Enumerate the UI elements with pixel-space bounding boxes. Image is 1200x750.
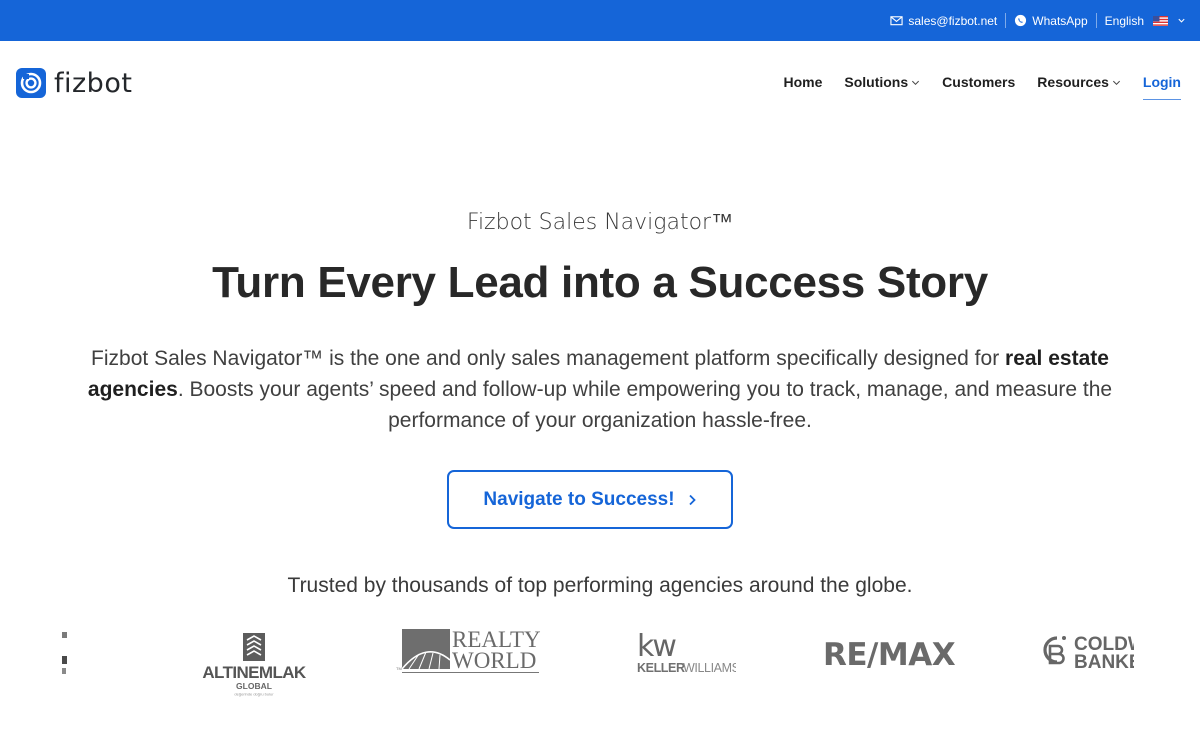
partial-logo-image [62, 632, 67, 674]
chevron-down-icon [912, 80, 920, 85]
hero-description: Fizbot Sales Navigator™ is the one and o… [60, 343, 1140, 436]
logo-text: fizbot [54, 67, 133, 99]
email-link[interactable]: sales@fizbot.net [890, 14, 997, 28]
hero-eyebrow: Fizbot Sales Navigator™ [466, 210, 734, 235]
kw-wordmark-keller: KELLER [637, 661, 685, 675]
cta-label: Navigate to Success! [483, 488, 675, 510]
realty-world-tm: TM [396, 666, 402, 671]
chevron-down-icon [1112, 80, 1120, 85]
nav-item-label: Home [783, 74, 823, 90]
keller-williams-logo-mark: kw KELLER WILLIAMS [637, 629, 740, 675]
login-link[interactable]: Login [1142, 72, 1182, 100]
altinemlak-logo-mark: ALTINEMLAK GLOBAL değerinde doğru bulur [202, 633, 308, 697]
mail-icon [890, 16, 904, 26]
top-bar-links: sales@fizbot.net WhatsApp English [890, 0, 1186, 41]
description-text: . Boosts your agents’ speed and follow-u… [177, 378, 1113, 432]
language-selector[interactable]: English [1105, 14, 1186, 28]
divider [1005, 13, 1007, 28]
customer-logos-carousel: ALTINEMLAK GLOBAL değerinde doğru bulur … [62, 620, 1134, 710]
trusted-by-text: Trusted by thousands of top performing a… [287, 574, 913, 597]
nav-item-label: Resources [1037, 74, 1109, 90]
chevron-down-icon [1178, 18, 1185, 23]
login-label: Login [1142, 74, 1181, 90]
whatsapp-icon [1015, 14, 1027, 27]
nav-item-solutions[interactable]: Solutions [844, 72, 920, 92]
realty-world-logo: REALTY WORLD TM [395, 626, 545, 676]
realty-world-logo-mark: REALTY WORLD TM [396, 627, 541, 673]
whatsapp-link[interactable]: WhatsApp [1014, 13, 1088, 28]
fizbot-logo[interactable]: fizbot [16, 68, 132, 98]
nav-item-label: Customers [942, 74, 1016, 90]
divider [1095, 13, 1097, 28]
hero-headline: Turn Every Lead into a Success Story [212, 258, 988, 307]
altinemlak-tagline: değerinde doğru bulur [234, 692, 274, 697]
whatsapp-text: WhatsApp [1032, 13, 1088, 28]
kw-wordmark-williams: WILLIAMS [683, 661, 736, 675]
realty-world-line2: WORLD [452, 648, 536, 673]
nav-item-label: Solutions [844, 74, 909, 90]
email-text: sales@fizbot.net [908, 13, 998, 28]
remax-logo: RE/MAX [822, 634, 972, 673]
top-bar: sales@fizbot.net WhatsApp English [0, 0, 1200, 41]
coldwell-banker-logo: COLDW BANKE [1037, 632, 1134, 674]
description-text: Fizbot Sales Navigator™ is the one and o… [91, 347, 1006, 370]
altinemlak-sub: GLOBAL [236, 681, 272, 691]
keller-williams-logo: kw KELLER WILLIAMS [636, 628, 740, 678]
coldwell-banker-logo-mark: COLDW BANKE [1043, 634, 1134, 673]
nav-item-home[interactable]: Home [783, 72, 822, 92]
altinemlak-name: ALTINEMLAK [202, 663, 307, 682]
navigate-to-success-button[interactable]: Navigate to Success! [447, 470, 733, 529]
remax-name: RE/MAX [823, 637, 956, 670]
remax-logo-mark: RE/MAX [823, 637, 956, 673]
coldwell-banker-line2: BANKE [1074, 652, 1134, 673]
nav-menu: Home Solutions Customers Resources Login [761, 72, 1182, 100]
chevron-right-icon [688, 494, 696, 505]
kw-mark: kw [637, 629, 676, 664]
language-label: English [1104, 13, 1144, 28]
fizbot-logo-icon [16, 68, 46, 98]
main-navigation: fizbot Home Solutions Customers Resource… [0, 41, 1200, 123]
nav-item-resources[interactable]: Resources [1037, 72, 1121, 92]
us-flag-icon [1153, 15, 1168, 26]
nav-item-customers[interactable]: Customers [942, 72, 1015, 92]
altinemlak-logo: ALTINEMLAK GLOBAL değerinde doğru bulur [194, 632, 314, 698]
